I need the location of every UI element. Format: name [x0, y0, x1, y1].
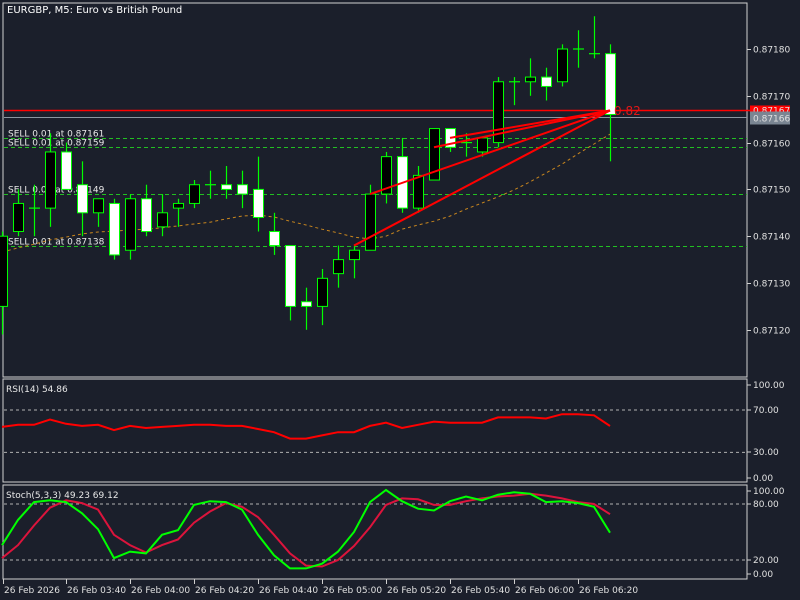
candle-body — [0, 235, 8, 307]
time-tick-label: 26 Feb 04:40 — [259, 586, 318, 596]
candle — [125, 194, 136, 260]
sell-order-label: SELL 0.01 at 0.87159 — [8, 139, 105, 149]
chart-background — [0, 0, 800, 600]
candle-body — [173, 202, 184, 209]
candle-body — [333, 259, 344, 275]
rsi-tick-label: 70.00 — [753, 406, 779, 416]
stoch-tick-label: 100.00 — [753, 487, 785, 497]
rsi-tick-label: 0.00 — [753, 474, 773, 484]
price-tick-label: 0.87130 — [753, 280, 790, 290]
time-tick-label: 26 Feb 03:40 — [67, 586, 126, 596]
candle-body — [285, 245, 296, 307]
price-tick-label: 0.87160 — [753, 140, 790, 150]
price-tick-label: 0.87150 — [753, 186, 790, 196]
candle-body — [157, 212, 168, 228]
time-tick-label: 26 Feb 05:20 — [387, 586, 446, 596]
time-tick-label: 26 Feb 05:40 — [451, 586, 510, 596]
candle-body — [77, 184, 88, 214]
candle-body — [221, 184, 232, 190]
candle-body — [253, 188, 264, 218]
time-tick-label: 26 Feb 2026 — [4, 586, 60, 596]
candle-body — [93, 198, 104, 214]
candle-body — [13, 202, 24, 233]
candle-body — [141, 198, 152, 233]
price-tick-label: 0.87170 — [753, 93, 790, 103]
candle-body — [189, 184, 200, 204]
candle-body — [45, 151, 56, 209]
candle-body — [413, 174, 424, 209]
candle-body — [125, 198, 136, 251]
price-tick-label: 0.87120 — [753, 327, 790, 337]
time-tick-label: 26 Feb 06:00 — [515, 586, 574, 596]
candle-body — [109, 202, 120, 256]
candle-body — [61, 151, 72, 190]
rsi-tick-label: 30.00 — [753, 448, 779, 458]
stoch-tick-label: 0.00 — [753, 570, 773, 580]
stoch-tick-label: 80.00 — [753, 500, 779, 510]
candle-body — [365, 193, 376, 251]
time-tick-label: 26 Feb 05:00 — [323, 586, 382, 596]
chart-title: EURGBP, M5: Euro vs British Pound — [7, 5, 182, 16]
candle-body — [301, 301, 312, 307]
candle-body — [477, 137, 488, 153]
rsi-tick-label: 100.00 — [753, 381, 785, 391]
profit-label: 0.82 — [614, 104, 641, 118]
candle-body — [541, 76, 552, 87]
candle-body — [525, 76, 536, 83]
time-tick-label: 26 Feb 04:20 — [195, 586, 254, 596]
candle — [109, 198, 120, 260]
candle-body — [317, 277, 328, 307]
candle-body — [237, 184, 248, 195]
price-tick-label: 0.87180 — [753, 46, 790, 56]
candle — [189, 180, 200, 209]
time-tick-label: 26 Feb 06:20 — [579, 586, 638, 596]
candle-body — [557, 48, 568, 83]
stoch-tick-label: 20.00 — [753, 556, 779, 566]
stoch-label: Stoch(5,3,3) 49.23 69.12 — [6, 491, 119, 501]
bid-price-label: 0.87166 — [753, 115, 790, 125]
candle-body — [349, 249, 360, 261]
candle — [493, 77, 504, 148]
trading-chart[interactable]: SELL 0.01 at 0.87161SELL 0.01 at 0.87159… — [0, 0, 800, 600]
price-tick-label: 0.87140 — [753, 233, 790, 243]
sell-order-label: SELL 0.01 at 0.87149 — [8, 186, 105, 196]
candle-body — [269, 231, 280, 247]
time-tick-label: 26 Feb 04:00 — [131, 586, 190, 596]
candle — [557, 44, 568, 87]
rsi-label: RSI(14) 54.86 — [6, 385, 68, 395]
